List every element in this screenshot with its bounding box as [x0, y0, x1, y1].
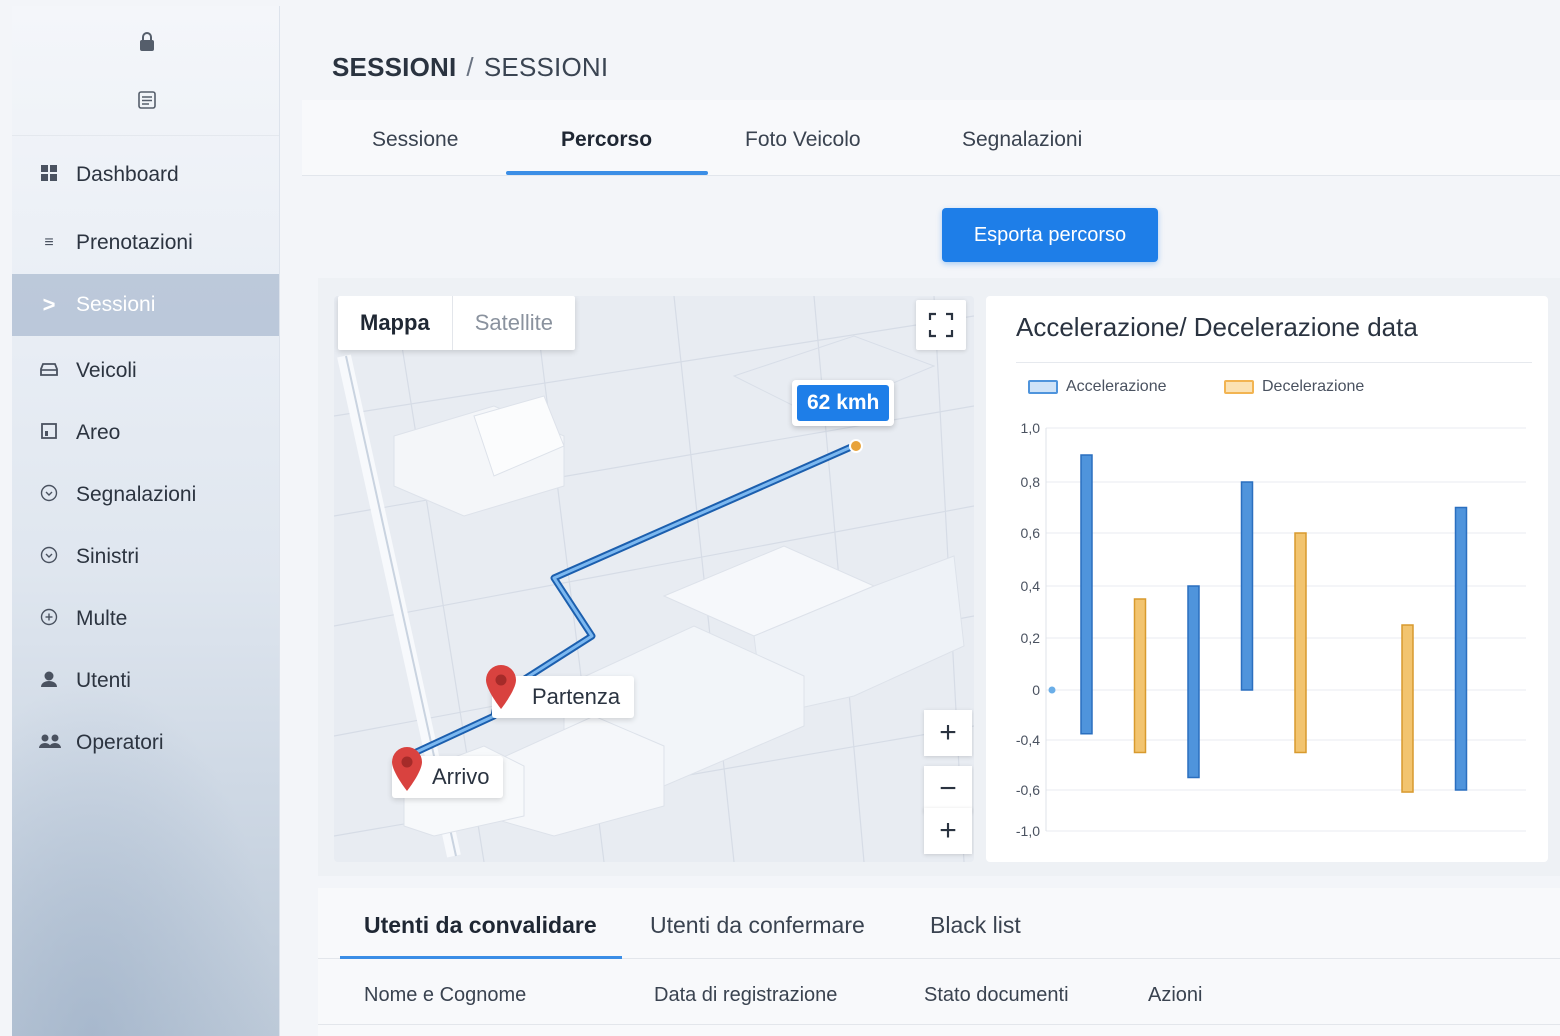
grid-icon [38, 164, 60, 187]
y-tick-label: 0,6 [1021, 525, 1041, 541]
tab-black-list[interactable]: Black list [930, 912, 1021, 939]
tab-sessione[interactable]: Sessione [372, 128, 458, 152]
sidebar-item-label: Sinistri [76, 545, 140, 568]
circle-check-icon [38, 484, 60, 507]
map-type-satellite[interactable]: Satellite [451, 296, 575, 350]
breadcrumb: SESSIONI / SESSIONI [332, 52, 608, 83]
y-tick-label: 0 [1032, 682, 1040, 698]
column-header-data[interactable]: Data di registrazione [654, 984, 837, 1007]
column-header-azioni[interactable]: Azioni [1148, 984, 1202, 1007]
bar-accelerazione[interactable] [1080, 454, 1093, 735]
tab-foto-veicolo[interactable]: Foto Veicolo [745, 128, 861, 152]
y-tick-label: -0,4 [1016, 732, 1040, 748]
speed-marker: 62 kmh [792, 380, 895, 426]
circle-plus-icon [38, 608, 60, 631]
column-header-nome[interactable]: Nome e Cognome [364, 984, 526, 1007]
map-type-map[interactable]: Mappa [338, 296, 452, 350]
sidebar-item-label: Sessioni [76, 293, 156, 316]
list-icon[interactable] [136, 90, 158, 112]
route-map[interactable]: Mappa Satellite 62 kmh Partenza Arrivo +… [334, 296, 974, 862]
menu-icon: ≡ [44, 234, 54, 251]
building-icon [38, 422, 60, 444]
sidebar-header [12, 6, 279, 136]
users-panel: Utenti da convalidare Utenti da conferma… [318, 888, 1560, 1036]
car-icon [38, 361, 60, 382]
y-tick-label: -1,0 [1016, 823, 1040, 839]
y-tick-label: 1,0 [1021, 420, 1041, 436]
chevron-right-icon: > [42, 292, 56, 317]
acceleration-chart: Accelerazione/ Decelerazione data Accele… [986, 296, 1548, 862]
user-icon [38, 670, 60, 693]
chart-plot: 1,0 0,8 0,6 0,4 0,2 0 -0,4 -0,6 -1,0 [1016, 420, 1526, 839]
zoom-out-button[interactable]: − [924, 766, 972, 812]
sidebar-item-sinistri[interactable]: Sinistri [12, 526, 279, 588]
bar-decelerazione[interactable] [1133, 598, 1147, 754]
zoom-in-button[interactable]: + [924, 710, 972, 756]
sidebar-nav: Dashboard ≡ Prenotazioni > Sessioni Veicol… [12, 144, 279, 774]
zoom-extra-button[interactable]: + [924, 808, 972, 854]
sidebar-item-segnalazioni[interactable]: Segnalazioni [12, 464, 279, 526]
end-pin-icon[interactable] [390, 746, 424, 792]
start-label-text: Partenza [532, 684, 621, 709]
bar-decelerazione[interactable] [1294, 532, 1307, 754]
sidebar-item-multe[interactable]: Multe [12, 588, 279, 650]
sidebar-item-label: Dashboard [76, 163, 179, 186]
end-label-text: Arrivo [432, 764, 490, 789]
sidebar-item-label: Areo [76, 421, 121, 444]
breadcrumb-page: SESSIONI [483, 52, 609, 82]
active-tab-indicator [506, 171, 708, 175]
circle-check-icon [38, 546, 60, 569]
y-tick-label: 0,4 [1021, 578, 1041, 594]
sidebar-item-operatori[interactable]: Operatori [12, 712, 279, 774]
y-tick-label: 0,8 [1021, 474, 1041, 490]
map-type-toggle: Mappa Satellite [338, 296, 575, 350]
start-pin-icon[interactable] [484, 664, 518, 710]
bar-accelerazione[interactable] [1187, 585, 1200, 779]
sidebar-item-veicoli[interactable]: Veicoli [12, 340, 279, 402]
bar-accelerazione[interactable] [1240, 481, 1254, 691]
column-header-stato[interactable]: Stato documenti [924, 984, 1069, 1007]
tab-utenti-da-convalidare[interactable]: Utenti da convalidare [364, 912, 597, 939]
y-tick-label: 0,2 [1021, 630, 1041, 646]
sidebar-item-label: Utenti [76, 669, 131, 692]
sidebar-item-label: Segnalazioni [76, 483, 197, 506]
y-tick-label: -0,6 [1016, 782, 1040, 798]
speed-value: 62 kmh [797, 385, 890, 421]
header-divider [318, 1024, 1560, 1025]
sidebar-item-label: Prenotazioni [76, 231, 193, 254]
sidebar-item-dashboard[interactable]: Dashboard [12, 144, 279, 206]
tab-segnalazioni[interactable]: Segnalazioni [962, 128, 1082, 152]
fullscreen-button[interactable] [916, 300, 966, 350]
sidebar-item-areo[interactable]: Areo [12, 402, 279, 464]
origin-marker [1048, 686, 1056, 694]
breadcrumb-section[interactable]: SESSIONI [332, 52, 456, 82]
breadcrumb-separator: / [466, 52, 474, 82]
fullscreen-icon [928, 312, 954, 338]
session-tabs: Sessione Percorso Foto Veicolo Segnalazi… [302, 100, 1560, 176]
sidebar-item-label: Operatori [76, 731, 164, 754]
bar-accelerazione[interactable] [1454, 506, 1468, 791]
users-icon [38, 732, 61, 755]
main-content: SESSIONI / SESSIONI Sessione Percorso Foto… [302, 0, 1560, 1036]
sidebar-item-utenti[interactable]: Utenti [12, 650, 279, 712]
route-panel: Mappa Satellite 62 kmh Partenza Arrivo +… [318, 278, 1560, 876]
tab-utenti-da-confermare[interactable]: Utenti da confermare [650, 912, 865, 939]
tab-percorso[interactable]: Percorso [561, 128, 652, 152]
bar-decelerazione[interactable] [1401, 624, 1414, 793]
active-bottom-tab-indicator [340, 956, 622, 959]
sidebar-item-label: Multe [76, 607, 128, 630]
sidebar-item-label: Veicoli [76, 359, 137, 382]
lock-icon[interactable] [136, 32, 158, 54]
sidebar-item-sessioni[interactable]: > Sessioni [12, 274, 279, 336]
export-route-button[interactable]: Esporta percorso [942, 208, 1158, 262]
sidebar-item-prenotazioni[interactable]: ≡ Prenotazioni [12, 212, 279, 274]
sidebar: Dashboard ≡ Prenotazioni > Sessioni Veicol… [12, 6, 280, 1036]
